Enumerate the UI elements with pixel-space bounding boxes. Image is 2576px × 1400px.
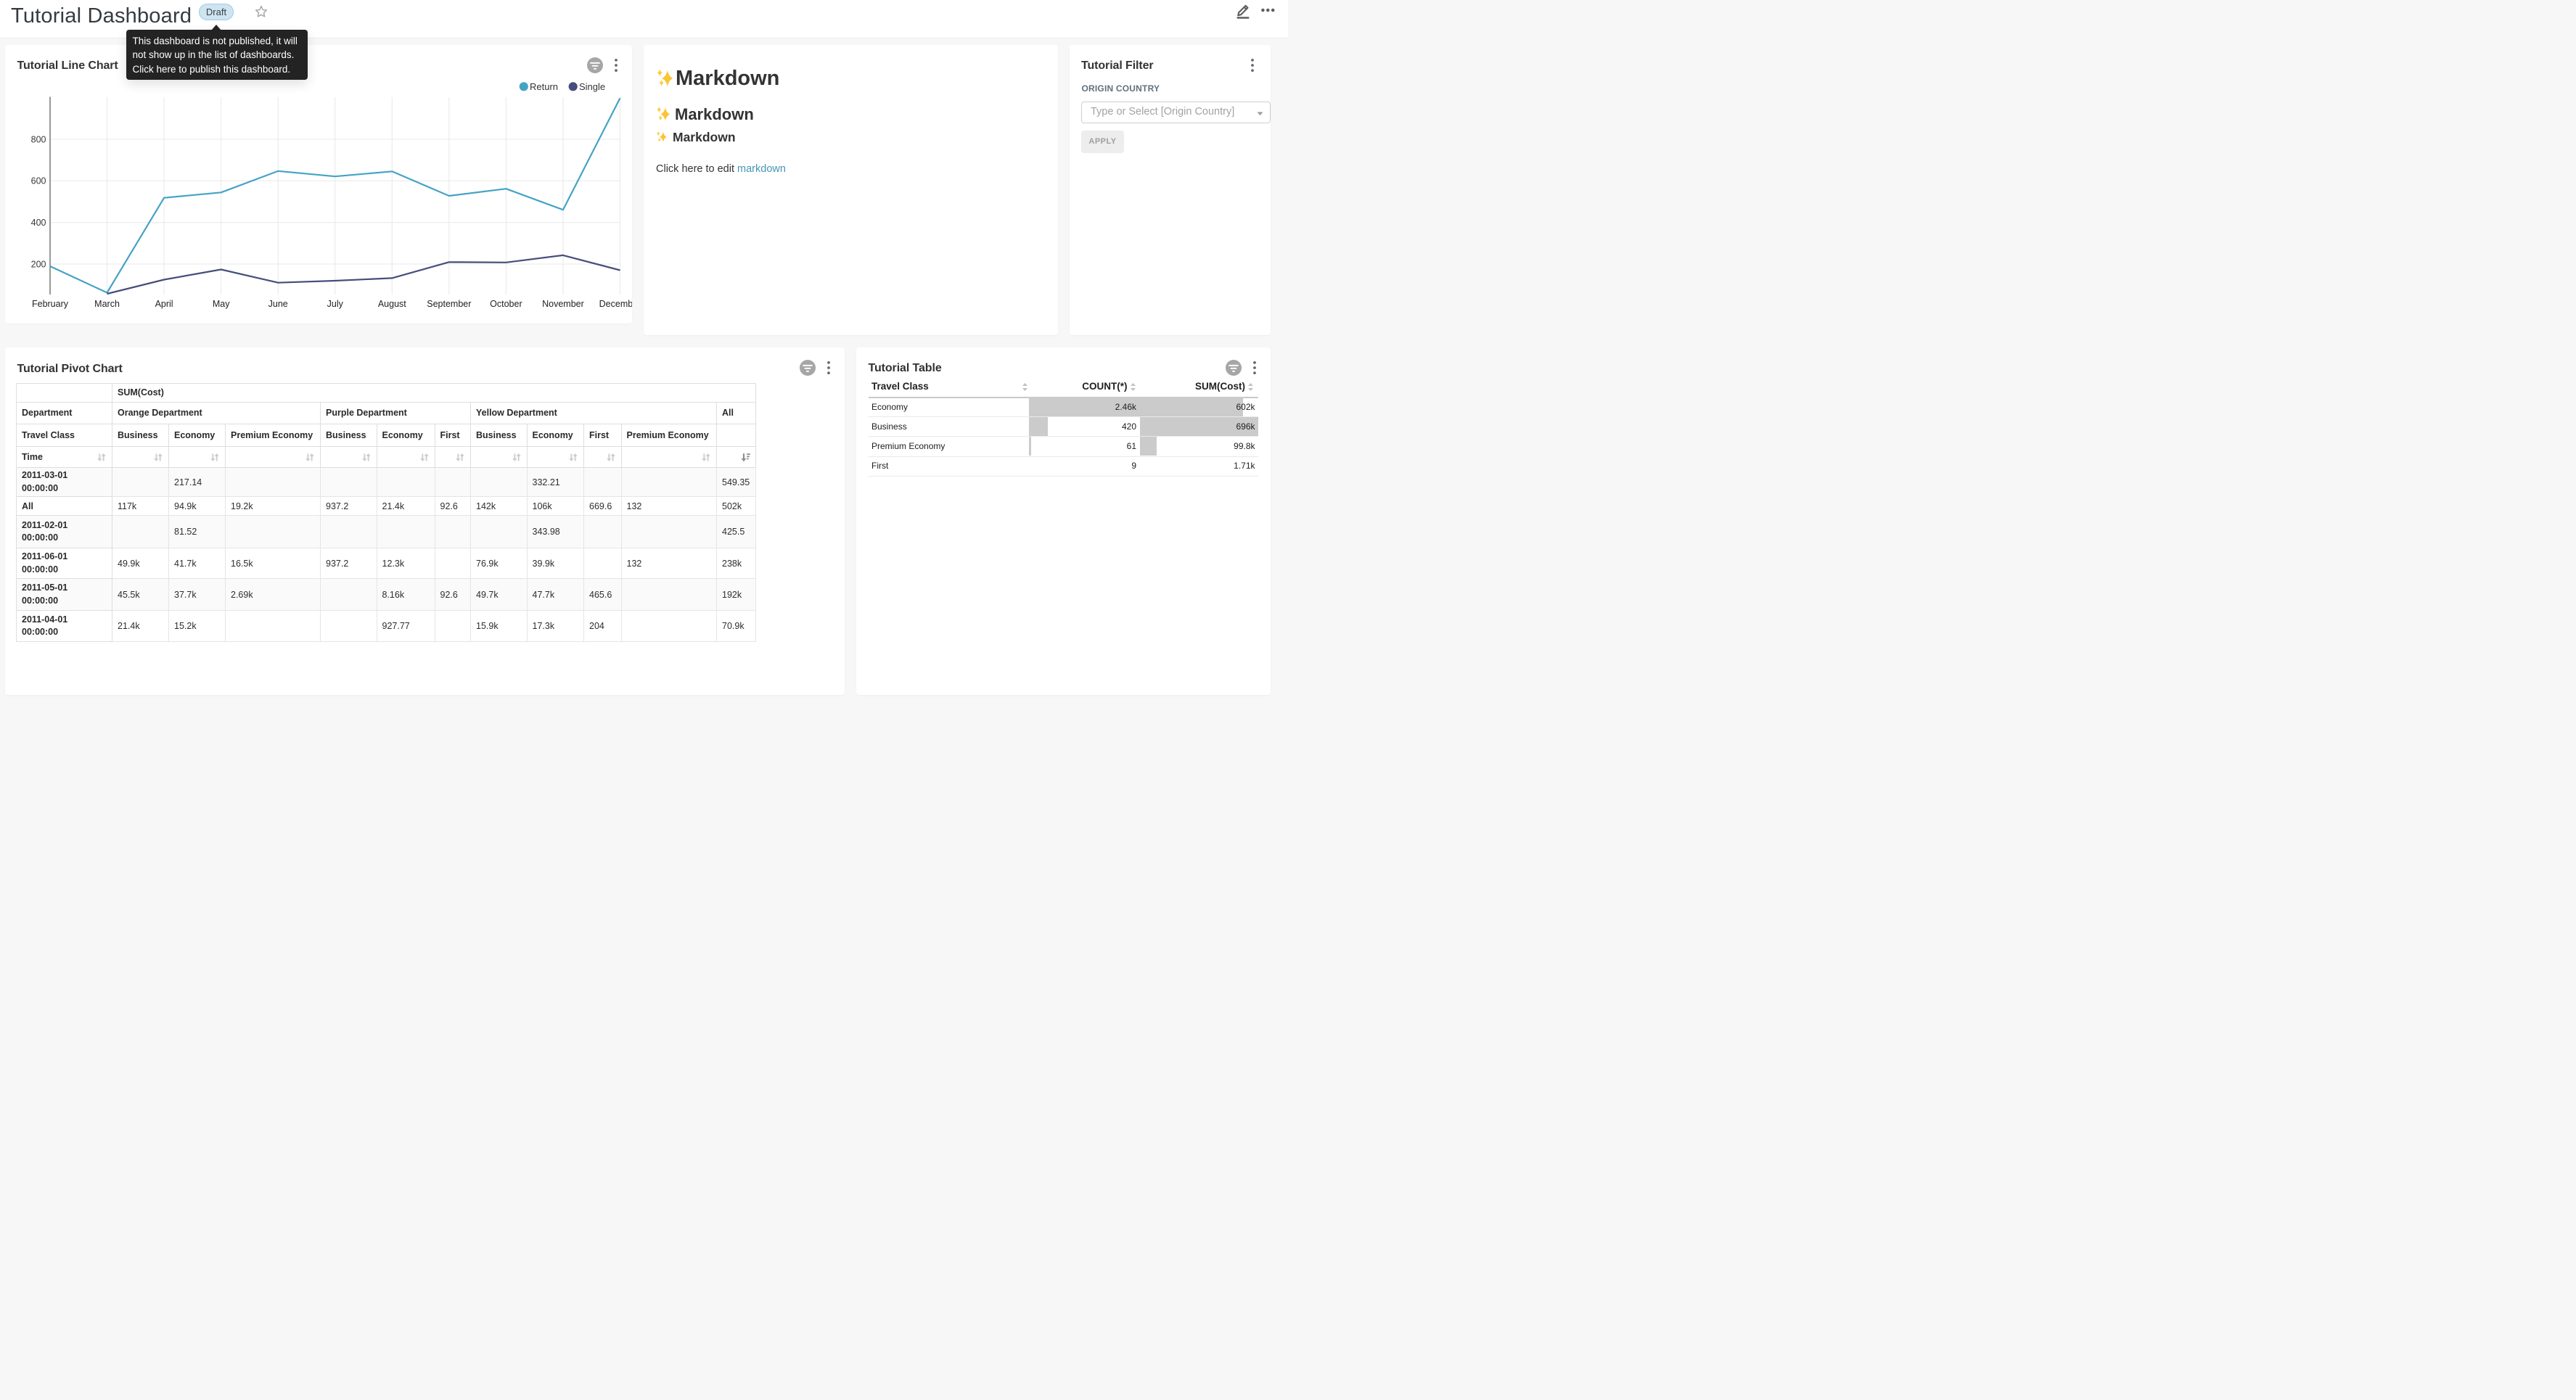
svg-text:July: July bbox=[327, 299, 344, 309]
svg-text:200: 200 bbox=[31, 259, 46, 269]
svg-text:August: August bbox=[378, 299, 406, 309]
svg-text:Return: Return bbox=[530, 81, 558, 92]
svg-text:October: October bbox=[490, 299, 522, 309]
svg-text:Single: Single bbox=[579, 81, 605, 92]
svg-text:March: March bbox=[94, 299, 120, 309]
svg-text:June: June bbox=[268, 299, 288, 309]
svg-text:400: 400 bbox=[31, 218, 46, 228]
svg-text:February: February bbox=[32, 299, 69, 309]
svg-text:April: April bbox=[155, 299, 173, 309]
svg-text:December: December bbox=[599, 299, 632, 309]
svg-text:November: November bbox=[542, 299, 584, 309]
svg-text:600: 600 bbox=[31, 176, 46, 186]
svg-text:September: September bbox=[427, 299, 471, 309]
svg-text:May: May bbox=[213, 299, 230, 309]
svg-text:800: 800 bbox=[31, 134, 46, 144]
